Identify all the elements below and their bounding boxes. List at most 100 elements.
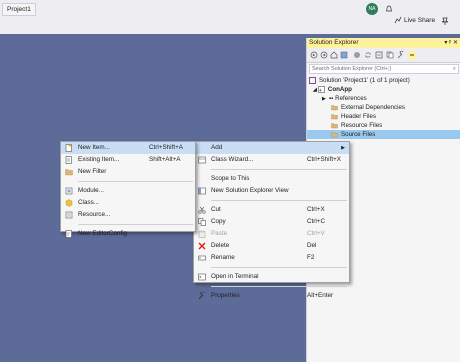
expanded-chevron-icon[interactable]: ◢ bbox=[313, 87, 317, 93]
solution-icon bbox=[309, 76, 316, 84]
tree-item-header-files[interactable]: Header Files bbox=[307, 112, 460, 121]
menu-item-shortcut: Shift+Alt+A bbox=[149, 156, 181, 163]
tree-item-project[interactable]: ◢ + ConApp bbox=[307, 85, 460, 94]
menu-item-delete[interactable]: Delete Del bbox=[194, 240, 349, 252]
menu-item-label: Cut bbox=[211, 206, 221, 213]
solution-explorer-title: Solution Explorer bbox=[309, 39, 359, 46]
folder-icon bbox=[331, 123, 338, 129]
menu-item-label: Delete bbox=[211, 242, 230, 249]
pending-changes-icon[interactable] bbox=[353, 51, 361, 59]
class-icon bbox=[65, 199, 73, 207]
menu-item-label: Copy bbox=[211, 218, 226, 225]
menu-item-label: New Item... bbox=[78, 144, 110, 151]
menu-item-new-solution-explorer-view[interactable]: New Solution Explorer View bbox=[194, 185, 349, 197]
terminal-icon bbox=[198, 273, 206, 281]
menu-item-properties[interactable]: Properties Alt+Enter bbox=[194, 290, 349, 302]
panel-header-buttons[interactable]: ▾ ᵖ ✕ bbox=[444, 38, 458, 48]
menu-item-copy[interactable]: Copy Ctrl+C bbox=[194, 216, 349, 228]
menu-item-new-filter[interactable]: New Filter bbox=[61, 166, 195, 178]
delete-icon bbox=[198, 242, 206, 250]
menu-item-cut[interactable]: Cut Ctrl+X bbox=[194, 204, 349, 216]
class-wizard-icon bbox=[198, 156, 206, 164]
rename-icon bbox=[198, 255, 206, 261]
forward-icon[interactable] bbox=[320, 51, 328, 59]
solution-explorer-header: Solution Explorer ▾ ᵖ ✕ bbox=[307, 38, 460, 48]
context-menu: Add ▶ Class Wizard... Ctrl+Shift+X Scope… bbox=[193, 141, 350, 300]
project-icon: + bbox=[318, 86, 325, 93]
tree-item-label: ConApp bbox=[327, 86, 352, 93]
menu-separator bbox=[211, 286, 347, 287]
menu-item-label: Class Wizard... bbox=[211, 156, 254, 163]
menu-item-open-in-terminal[interactable]: Open in Terminal bbox=[194, 271, 349, 283]
live-share-label: Live Share bbox=[404, 17, 436, 24]
live-share-button[interactable]: Live Share bbox=[394, 16, 435, 26]
menu-item-add[interactable]: Add ▶ bbox=[194, 142, 349, 154]
existing-item-icon bbox=[65, 156, 72, 164]
menu-item-label: Resource... bbox=[78, 211, 111, 218]
tree-item-label: References bbox=[335, 95, 367, 102]
add-submenu: New Item... Ctrl+Shift+A Existing Item..… bbox=[60, 141, 196, 238]
menu-item-paste[interactable]: Paste Ctrl+V bbox=[194, 228, 349, 240]
menu-item-label: Scope to This bbox=[211, 175, 250, 182]
menu-separator bbox=[211, 169, 347, 170]
switch-views-icon[interactable] bbox=[340, 51, 348, 59]
project-tab[interactable]: Project1 bbox=[2, 3, 36, 16]
sync-icon[interactable] bbox=[364, 51, 372, 59]
tree-item-label: Resource Files bbox=[341, 122, 383, 129]
tree-item-solution[interactable]: Solution 'Project1' (1 of 1 project) bbox=[307, 76, 460, 85]
new-view-icon bbox=[198, 187, 206, 195]
menu-item-shortcut: Ctrl+Shift+A bbox=[149, 144, 183, 151]
menu-item-shortcut: Ctrl+V bbox=[307, 230, 325, 237]
cut-icon bbox=[198, 206, 206, 214]
pin-icon[interactable] bbox=[440, 16, 450, 26]
menu-item-module[interactable]: Module... bbox=[61, 185, 195, 197]
menu-separator bbox=[78, 181, 193, 182]
menu-item-new-item[interactable]: New Item... Ctrl+Shift+A bbox=[61, 142, 195, 154]
new-item-icon bbox=[65, 144, 72, 152]
home-icon[interactable] bbox=[330, 51, 338, 59]
search-icon[interactable]: ⌕ bbox=[453, 65, 456, 73]
collapse-all-icon[interactable] bbox=[375, 51, 383, 59]
menu-item-shortcut: Del bbox=[307, 242, 317, 249]
editorconfig-icon bbox=[65, 230, 72, 238]
menu-item-scope-to-this[interactable]: Scope to This bbox=[194, 173, 349, 185]
live-share-icon bbox=[394, 17, 402, 24]
menu-item-label: Existing Item... bbox=[78, 156, 120, 163]
tree-item-references[interactable]: ▶ ▪▪ References bbox=[307, 94, 460, 103]
properties-wrench-icon[interactable] bbox=[397, 51, 405, 59]
tree-item-source-files[interactable]: Source Files bbox=[307, 130, 460, 139]
menu-item-label: Rename bbox=[211, 254, 235, 261]
menu-item-label: Paste bbox=[211, 230, 228, 237]
tree-item-external-dependencies[interactable]: External Dependencies bbox=[307, 103, 460, 112]
module-icon bbox=[65, 187, 73, 195]
wrench-icon bbox=[198, 292, 205, 300]
menu-separator bbox=[211, 200, 347, 201]
back-icon[interactable] bbox=[310, 51, 318, 59]
menu-item-shortcut: Ctrl+Shift+X bbox=[307, 156, 341, 163]
tree-item-resource-files[interactable]: Resource Files bbox=[307, 121, 460, 130]
notification-bell-icon[interactable] bbox=[385, 5, 393, 13]
menu-item-label: Module... bbox=[78, 187, 104, 194]
folder-icon bbox=[331, 114, 338, 120]
solution-tree: Solution 'Project1' (1 of 1 project) ◢ + C… bbox=[307, 76, 460, 139]
collapsed-chevron-icon[interactable]: ▶ bbox=[322, 96, 326, 102]
preview-selected-icon[interactable] bbox=[408, 51, 416, 59]
references-icon: ▪▪ bbox=[328, 96, 334, 102]
menu-separator bbox=[211, 267, 347, 268]
menu-item-class[interactable]: Class... bbox=[61, 197, 195, 209]
submenu-arrow-icon: ▶ bbox=[341, 145, 345, 151]
show-all-files-icon[interactable] bbox=[386, 51, 394, 59]
copy-icon bbox=[198, 218, 206, 226]
solution-explorer-toolbar bbox=[307, 48, 460, 63]
solution-explorer-search[interactable]: Search Solution Explorer (Ctrl+;) ⌕ bbox=[309, 64, 459, 74]
menu-item-class-wizard[interactable]: Class Wizard... Ctrl+Shift+X bbox=[194, 154, 349, 166]
avatar[interactable]: NA bbox=[366, 3, 378, 15]
menu-item-rename[interactable]: Rename F2 bbox=[194, 252, 349, 264]
menu-item-label: New Filter bbox=[78, 168, 107, 175]
menu-item-existing-item[interactable]: Existing Item... Shift+Alt+A bbox=[61, 154, 195, 166]
menu-item-resource[interactable]: Resource... bbox=[61, 209, 195, 221]
menu-item-new-editorconfig[interactable]: New EditorConfig bbox=[61, 228, 195, 240]
tree-item-label: Header Files bbox=[341, 113, 377, 120]
search-placeholder: Search Solution Explorer (Ctrl+;) bbox=[312, 66, 392, 72]
tree-item-label: Source Files bbox=[341, 131, 376, 138]
